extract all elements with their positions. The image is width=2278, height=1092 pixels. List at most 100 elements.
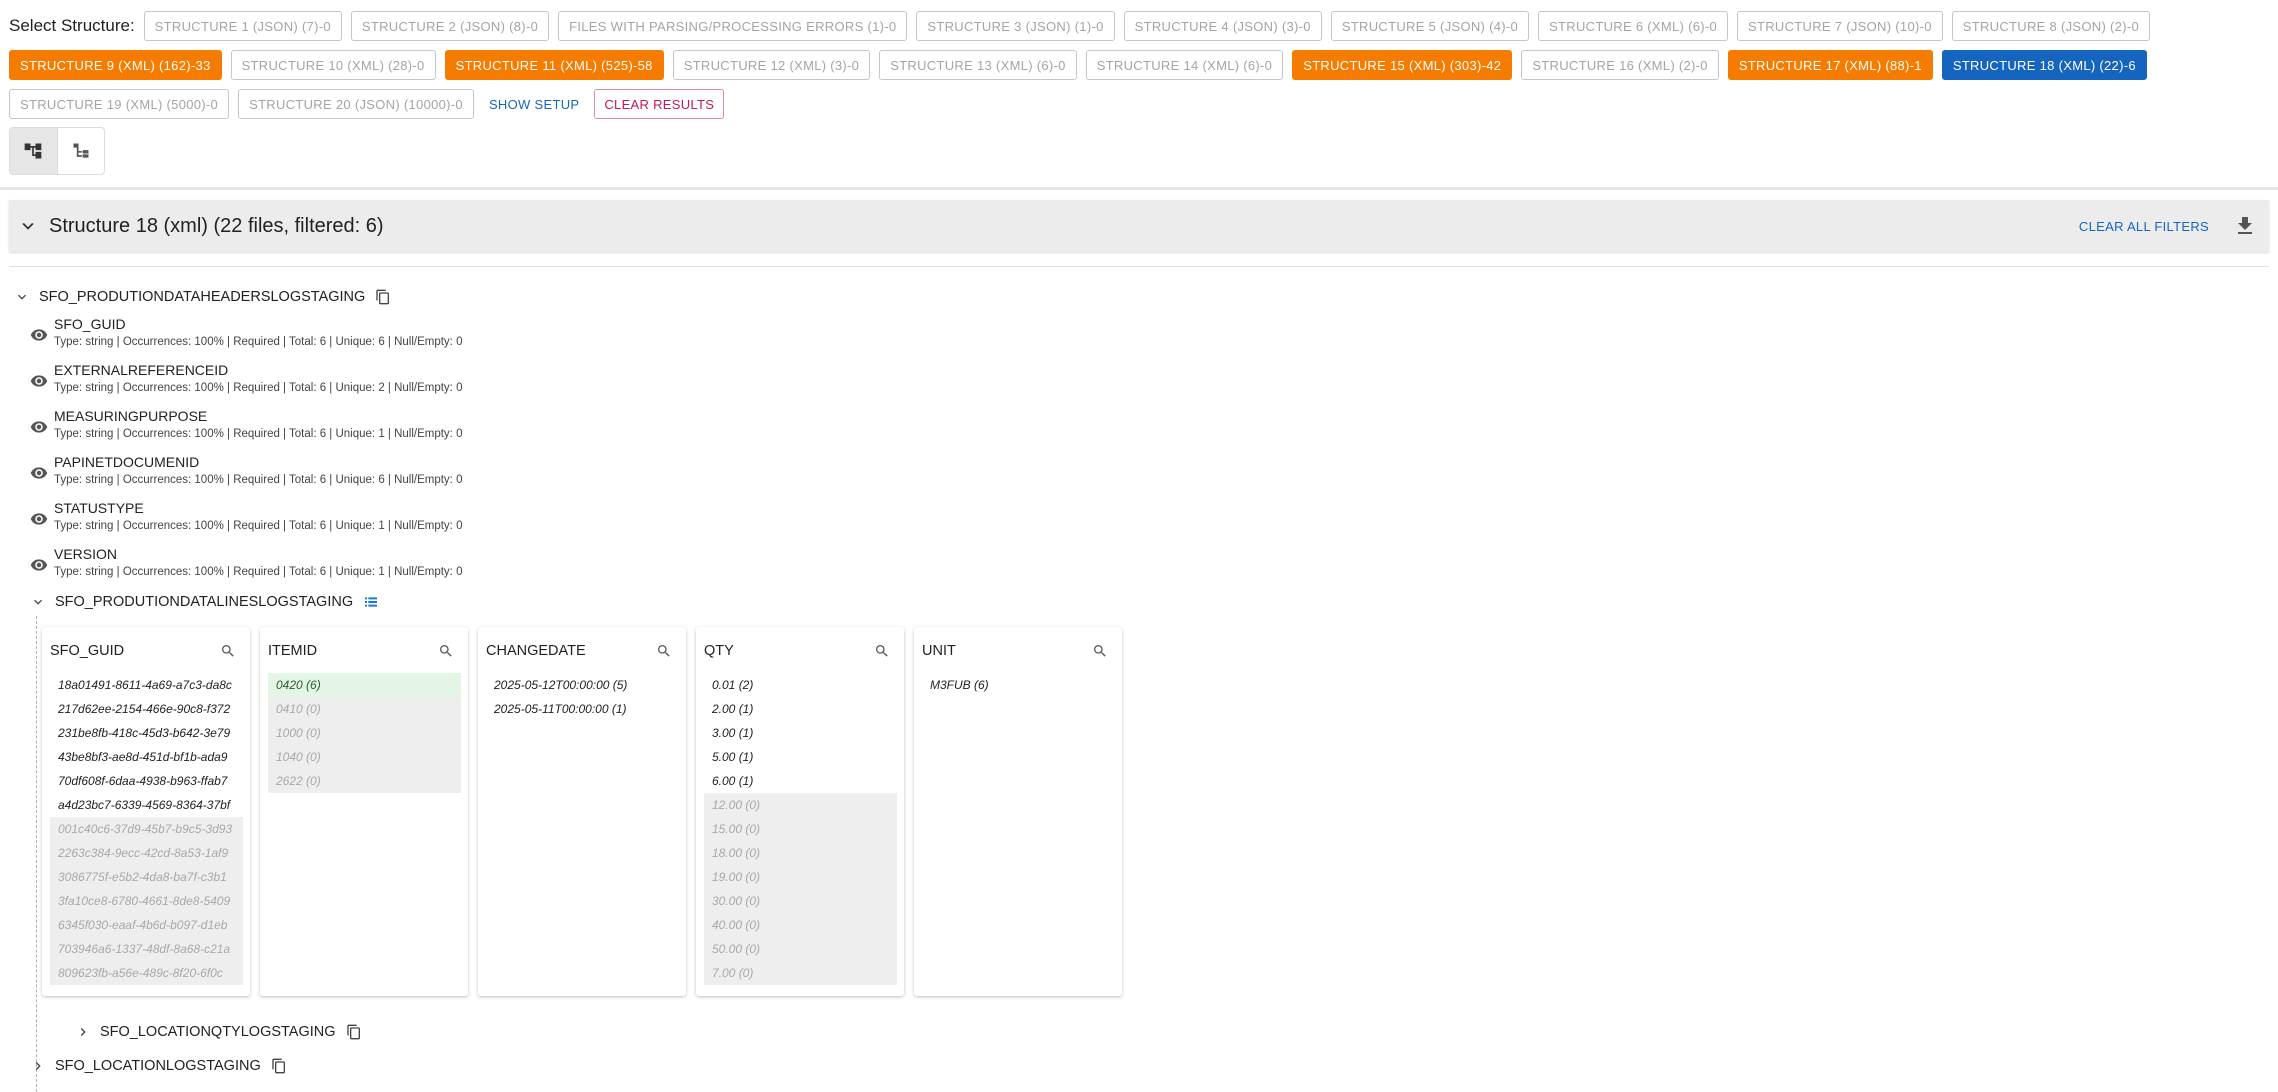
structure-chip[interactable]: STRUCTURE 6 (XML) (6)-0 [1538, 11, 1729, 41]
list-tree-toggle[interactable] [58, 128, 105, 174]
column-value-item[interactable]: 1040 (0) [268, 745, 461, 769]
column-value-item[interactable]: a4d23bc7-6339-4569-8364-37bf [50, 793, 243, 817]
column-header: QTY [704, 643, 734, 659]
structure-chip[interactable]: STRUCTURE 17 (XML) (88)-1 [1727, 50, 1933, 80]
column-value-item[interactable]: 43be8bf3-ae8d-451d-bf1b-ada9 [50, 745, 243, 769]
tree-node-location[interactable]: SFO_LOCATIONLOGSTAGING [30, 1058, 287, 1074]
copy-icon[interactable] [346, 1024, 362, 1040]
column-value-item[interactable]: 809623fb-a56e-489c-8f20-6f0c [50, 961, 243, 985]
structure-chip[interactable]: STRUCTURE 20 (JSON) (10000)-0 [238, 89, 474, 119]
column-value-item[interactable]: 1000 (0) [268, 721, 461, 745]
chevron-down-icon[interactable] [17, 215, 39, 237]
clear-all-filters-button[interactable]: CLEAR ALL FILTERS [2079, 200, 2209, 252]
column-value-item[interactable]: 3.00 (1) [704, 721, 897, 745]
column-value-item[interactable]: 2622 (0) [268, 769, 461, 793]
tree-node-location-qty[interactable]: SFO_LOCATIONQTYLOGSTAGING [75, 1024, 362, 1040]
structure-chip[interactable]: STRUCTURE 13 (XML) (6)-0 [879, 50, 1077, 80]
structure-chip[interactable]: STRUCTURE 8 (JSON) (2)-0 [1951, 11, 2150, 41]
search-icon[interactable] [1092, 643, 1108, 659]
column-value-item[interactable]: 0420 (6) [268, 673, 461, 697]
tree-node-label: SFO_LOCATIONQTYLOGSTAGING [100, 1024, 336, 1040]
column-value-item[interactable]: 40.00 (0) [704, 913, 897, 937]
structure-chip[interactable]: STRUCTURE 3 (JSON) (1)-0 [916, 11, 1115, 41]
tree-node-lines[interactable]: SFO_PRODUTIONDATALINESLOGSTAGING [30, 594, 379, 610]
structure-chip[interactable]: STRUCTURE 4 (JSON) (3)-0 [1123, 11, 1322, 41]
structure-chip[interactable]: STRUCTURE 15 (XML) (303)-42 [1292, 50, 1513, 80]
structure-chip[interactable]: STRUCTURE 10 (XML) (28)-0 [230, 50, 436, 80]
column-value-item[interactable]: 3fa10ce8-6780-4661-8de8-5409 [50, 889, 243, 913]
column-value-item[interactable]: 30.00 (0) [704, 889, 897, 913]
eye-icon[interactable] [30, 510, 48, 528]
search-icon[interactable] [220, 643, 236, 659]
field-name: STATUSTYPE [54, 500, 144, 516]
column-value-item[interactable]: 703946a6-1337-48df-8a68-c21a [50, 937, 243, 961]
column-value-item[interactable]: 19.00 (0) [704, 865, 897, 889]
search-icon[interactable] [874, 643, 890, 659]
column-card-unit: UNIT M3FUB (6) [914, 627, 1122, 996]
tree-node-label: SFO_PRODUTIONDATALINESLOGSTAGING [55, 594, 354, 610]
column-value-item[interactable]: 217d62ee-2154-466e-90c8-f372 [50, 697, 243, 721]
structure-chip[interactable]: STRUCTURE 19 (XML) (5000)-0 [9, 89, 230, 119]
search-icon[interactable] [438, 643, 454, 659]
column-card-sfo-guid: SFO_GUID 18a01491-8611-4a69-a7c3-da8c 217d… [42, 627, 250, 996]
column-value-item[interactable]: 12.00 (0) [704, 793, 897, 817]
column-value-item[interactable]: 2.00 (1) [704, 697, 897, 721]
structure-chip-row-2: STRUCTURE 9 (XML) (162)-33 STRUCTURE 10 (… [9, 50, 2156, 80]
list-tree-icon [73, 143, 89, 158]
column-value-item[interactable]: 0.01 (2) [704, 673, 897, 697]
chevron-right-icon[interactable] [30, 1058, 46, 1074]
show-setup-button[interactable]: SHOW SETUP [483, 89, 585, 119]
column-value-list: 0.01 (2) 2.00 (1) 3.00 (1) 5.00 (1) 6.00 (1)… [704, 673, 897, 985]
chevron-right-icon[interactable] [75, 1024, 91, 1040]
tree-node-root[interactable]: SFO_PRODUTIONDATAHEADERSLOGSTAGING [14, 289, 391, 305]
eye-icon[interactable] [30, 556, 48, 574]
copy-icon[interactable] [271, 1058, 287, 1074]
column-value-item[interactable]: 15.00 (0) [704, 817, 897, 841]
structure-chip[interactable]: STRUCTURE 5 (JSON) (4)-0 [1330, 11, 1530, 41]
structure-chip[interactable]: STRUCTURE 18 (XML) (22)-6 [1941, 50, 2147, 80]
structure-chip[interactable]: STRUCTURE 12 (XML) (3)-0 [672, 50, 871, 80]
column-value-item[interactable]: 3086775f-e5b2-4da8-ba7f-c3b1 [50, 865, 243, 889]
column-value-item[interactable]: 2263c384-9ecc-42cd-8a53-1af9 [50, 841, 243, 865]
column-value-item[interactable]: 0410 (0) [268, 697, 461, 721]
column-value-item[interactable]: 5.00 (1) [704, 745, 897, 769]
structure-chip[interactable]: STRUCTURE 2 (JSON) (8)-0 [350, 11, 550, 41]
structure-chip[interactable]: STRUCTURE 1 (JSON) (7)-0 [143, 11, 342, 41]
structure-chip[interactable]: STRUCTURE 16 (XML) (2)-0 [1521, 50, 1719, 80]
column-value-item[interactable]: 231be8fb-418c-45d3-b642-3e79 [50, 721, 243, 745]
column-value-item[interactable]: 2025-05-11T00:00:00 (1) [486, 697, 679, 721]
tree-view-toggle[interactable] [10, 128, 58, 174]
eye-icon[interactable] [30, 418, 48, 436]
structure-accordion-header[interactable]: Structure 18 (xml) (22 files, filtered: … [9, 200, 2269, 252]
structure-chip[interactable]: STRUCTURE 14 (XML) (6)-0 [1085, 50, 1284, 80]
column-value-item[interactable]: 2025-05-12T00:00:00 (5) [486, 673, 679, 697]
field-name: VERSION [54, 546, 118, 562]
column-value-item[interactable]: 6.00 (1) [704, 769, 897, 793]
column-value-item[interactable]: M3FUB (6) [922, 673, 1115, 697]
field-name: SFO_GUID [54, 316, 126, 332]
eye-icon[interactable] [30, 372, 48, 390]
chevron-down-icon[interactable] [14, 289, 30, 305]
column-value-item[interactable]: 7.00 (0) [704, 961, 897, 985]
structure-chip[interactable]: FILES WITH PARSING/PROCESSING ERRORS (1)… [558, 11, 908, 41]
eye-icon[interactable] [30, 464, 48, 482]
chevron-down-icon[interactable] [30, 594, 46, 610]
eye-icon[interactable] [30, 326, 48, 344]
column-value-item[interactable]: 70df608f-6daa-4938-b963-ffab7 [50, 769, 243, 793]
search-icon[interactable] [656, 643, 672, 659]
column-value-item[interactable]: 001c40c6-37d9-45b7-b9c5-3d93 [50, 817, 243, 841]
select-structure-label: Select Structure: [9, 16, 135, 35]
column-value-item[interactable]: 6345f030-eaaf-4b6d-b097-d1eb [50, 913, 243, 937]
structure-chip[interactable]: STRUCTURE 11 (XML) (525)-58 [444, 50, 664, 80]
column-value-item[interactable]: 50.00 (0) [704, 937, 897, 961]
copy-icon[interactable] [375, 289, 391, 305]
table-view-icon[interactable] [363, 594, 379, 610]
field-meta: Type: string | Occurrences: 100% | Requi… [54, 566, 463, 578]
clear-results-button[interactable]: CLEAR RESULTS [594, 89, 725, 119]
column-value-item[interactable]: 18.00 (0) [704, 841, 897, 865]
structure-chip[interactable]: STRUCTURE 9 (XML) (162)-33 [9, 50, 222, 80]
structure-chip[interactable]: STRUCTURE 7 (JSON) (10)-0 [1737, 11, 1943, 41]
field-meta: Type: string | Occurrences: 100% | Requi… [54, 428, 463, 440]
column-value-item[interactable]: 18a01491-8611-4a69-a7c3-da8c [50, 673, 243, 697]
download-icon[interactable] [2233, 214, 2257, 238]
